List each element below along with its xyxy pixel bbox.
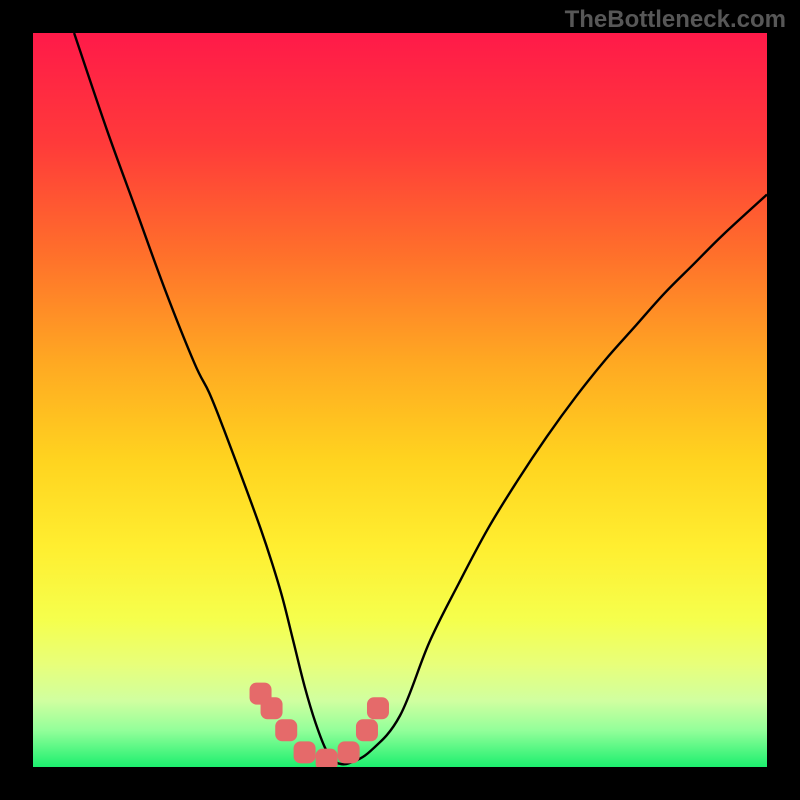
data-marker <box>356 719 378 741</box>
chart-background <box>33 33 767 767</box>
data-marker <box>261 697 283 719</box>
data-marker <box>294 741 316 763</box>
data-marker <box>338 741 360 763</box>
data-marker <box>275 719 297 741</box>
watermark-text: TheBottleneck.com <box>565 6 786 34</box>
data-marker <box>367 697 389 719</box>
data-marker <box>316 749 338 767</box>
bottleneck-chart <box>33 33 767 767</box>
chart-svg <box>33 33 767 767</box>
